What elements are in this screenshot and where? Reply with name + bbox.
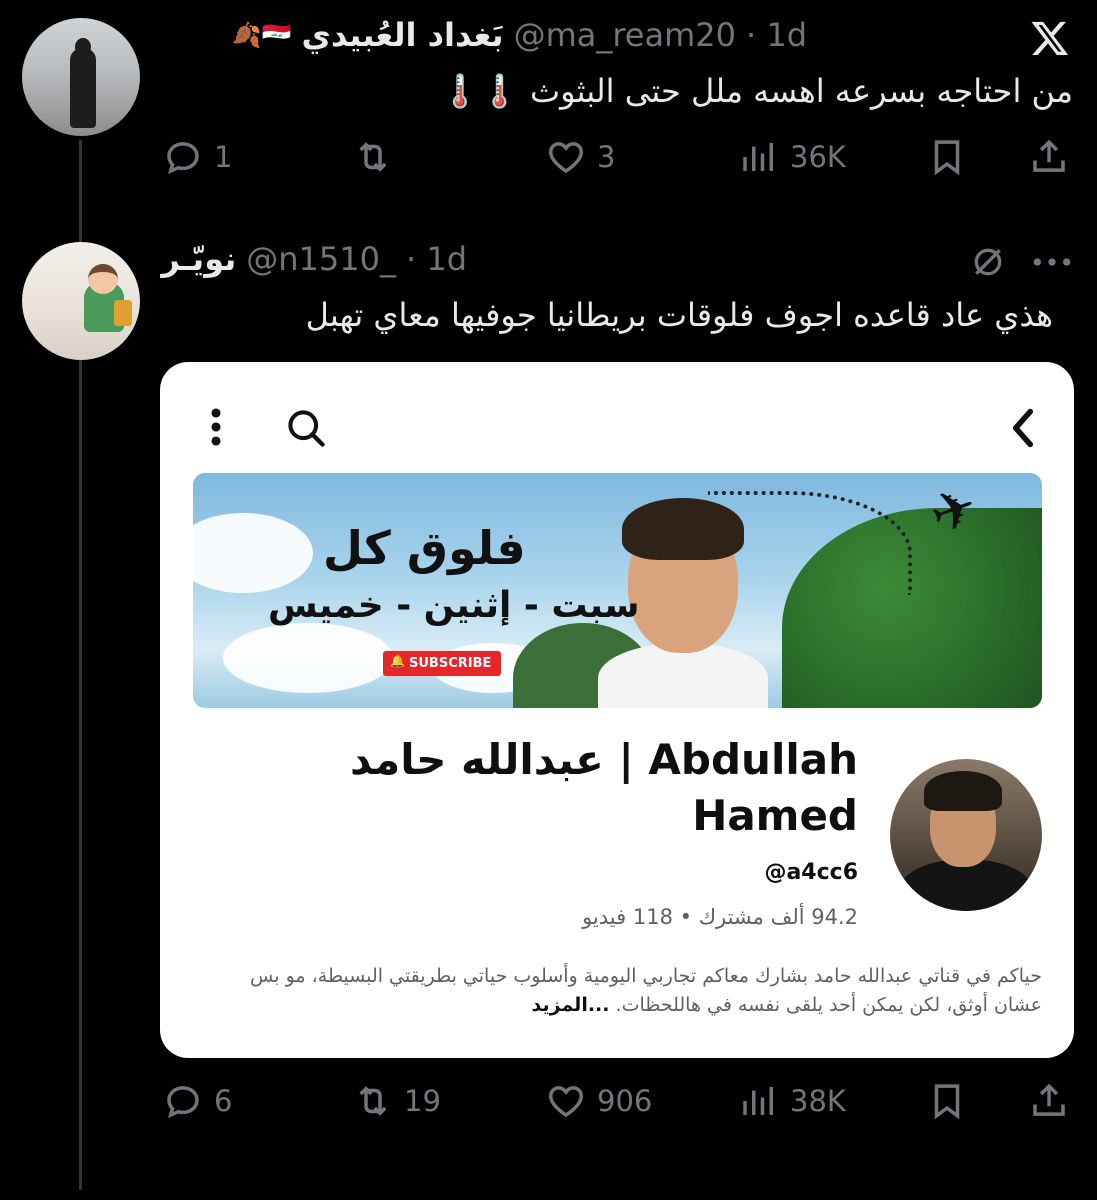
avatar[interactable] (22, 242, 140, 360)
views-button[interactable]: 38K (738, 1080, 846, 1122)
tweet-text-body: من احتاجه بسرعه اهسه ملل حتى البثوث (529, 72, 1073, 110)
like-count: 906 (597, 1084, 653, 1118)
tweet-header: نويّـر @n1510_ · 1d (161, 240, 467, 278)
tweet-text: هذي عاد قاعده اجوف فلوقات بريطانيا جوفيه… (305, 296, 1053, 334)
embedded-image[interactable]: ✈ فلوق كل سبت - إثنين - خميس SUBSCRIBE ع… (160, 362, 1074, 1058)
description-text: حياكم في قناتي عبدالله حامد بشارك معاكم … (250, 965, 1042, 1016)
handle[interactable]: @n1510_ (246, 240, 396, 278)
more-link: ...المزيد (531, 994, 610, 1016)
name-emoji: 🍂🇮🇶 (231, 21, 292, 49)
banner-subtitle: سبت - إثنين - خميس (268, 585, 640, 626)
channel-description: حياكم في قناتي عبدالله حامد بشارك معاكم … (250, 962, 1042, 1020)
channel-stats: 94.2 ألف مشترك • 118 فيديو (582, 905, 858, 929)
views-count: 36K (790, 140, 846, 174)
reply-button[interactable]: 1 (162, 136, 232, 178)
timestamp[interactable]: · 1d (406, 240, 467, 278)
retweet-button[interactable] (352, 136, 404, 178)
tweet-header: 🍂🇮🇶 بَغداد العُبيدي @ma_ream20 · 1d (232, 16, 807, 54)
reply-icon (167, 142, 199, 175)
channel-handle: @a4cc6 (764, 860, 858, 885)
bookmark-button[interactable] (926, 136, 968, 178)
retweet-icon (359, 142, 387, 172)
back-arrow-icon[interactable] (1006, 406, 1040, 450)
reply-button[interactable]: 6 (162, 1080, 232, 1122)
share-icon (1033, 139, 1065, 172)
tweet-text-emoji: 🌡️🌡️ (440, 72, 520, 110)
like-button[interactable]: 3 (545, 136, 615, 178)
views-count: 38K (790, 1084, 846, 1118)
retweet-button[interactable]: 19 (352, 1080, 441, 1122)
tweet-text: من احتاجه بسرعه اهسه ملل حتى البثوث 🌡️🌡️ (440, 72, 1073, 110)
channel-avatar (890, 759, 1042, 911)
display-name[interactable]: نويّـر (161, 240, 236, 278)
views-button[interactable]: 36K (738, 136, 846, 178)
share-button[interactable] (1028, 1080, 1070, 1122)
views-icon (743, 143, 773, 171)
grok-icon[interactable] (968, 242, 1008, 282)
channel-banner: ✈ فلوق كل سبت - إثنين - خميس SUBSCRIBE (193, 473, 1042, 708)
retweet-icon (359, 1086, 387, 1116)
display-name[interactable]: بَغداد العُبيدي (301, 16, 503, 54)
reply-count: 1 (214, 140, 233, 174)
timestamp[interactable]: · 1d (746, 16, 807, 54)
bookmark-button[interactable] (926, 1080, 968, 1122)
avatar[interactable] (22, 18, 140, 136)
bookmark-icon (934, 1084, 960, 1120)
bookmark-icon (934, 140, 960, 176)
channel-name: عبدالله حامد | Abdullah Hamed (350, 735, 858, 840)
kebab-menu-icon[interactable] (204, 406, 228, 448)
more-options-icon[interactable] (1030, 248, 1074, 276)
like-count: 3 (597, 140, 616, 174)
search-icon[interactable] (284, 406, 328, 450)
share-button[interactable] (1028, 136, 1070, 178)
banner-title: فلوق كل (323, 521, 526, 575)
heart-icon (548, 1086, 584, 1118)
reply-count: 6 (214, 1084, 233, 1118)
x-logo-icon[interactable] (1028, 18, 1072, 58)
views-icon (743, 1087, 773, 1115)
handle[interactable]: @ma_ream20 (514, 16, 736, 54)
heart-icon (548, 142, 584, 174)
reply-icon (167, 1086, 199, 1119)
like-button[interactable]: 906 (545, 1080, 652, 1122)
subscribe-badge: SUBSCRIBE (383, 651, 502, 676)
retweet-count: 19 (404, 1084, 441, 1118)
share-icon (1033, 1083, 1065, 1116)
